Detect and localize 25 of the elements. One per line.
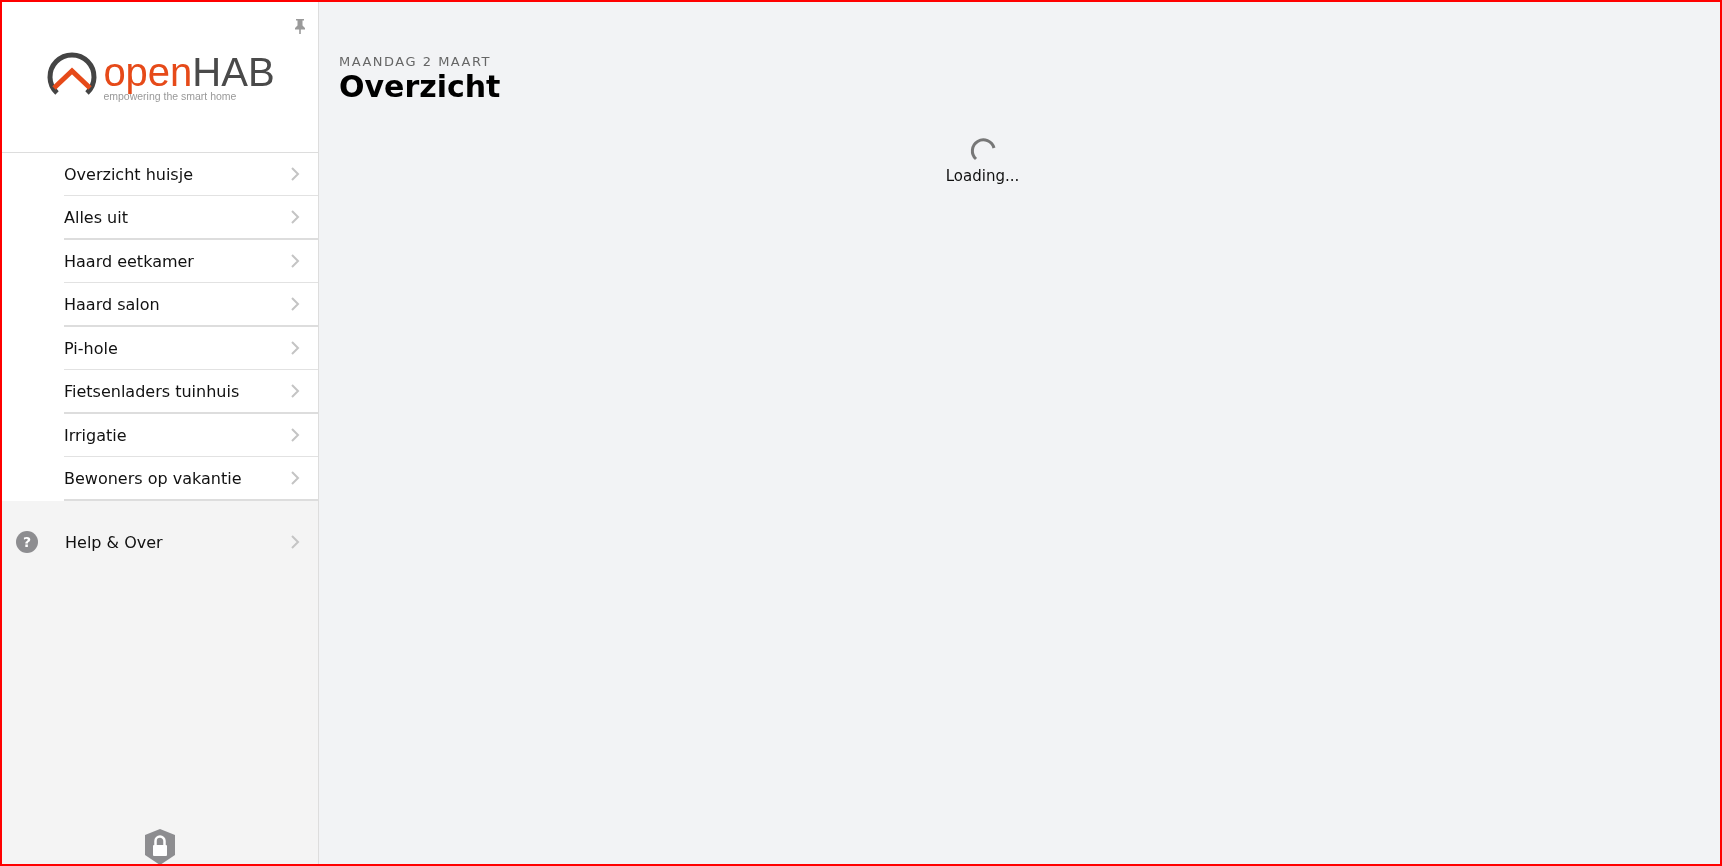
chevron-icon — [290, 296, 300, 312]
pin-icon[interactable] — [294, 18, 306, 34]
chevron-icon — [290, 470, 300, 486]
menu-item[interactable]: Bewoners op vakantie — [64, 457, 318, 499]
menu-item[interactable]: Alles uit — [64, 196, 318, 238]
menu-item[interactable]: Fietsenladers tuinhuis — [64, 370, 318, 412]
menu-item[interactable]: Overzicht huisje — [64, 153, 318, 196]
menu-item[interactable]: Haard salon — [64, 283, 318, 325]
chevron-icon — [290, 253, 300, 269]
menu-item[interactable]: Pi-hole — [64, 327, 318, 370]
loading-text: Loading... — [945, 167, 1020, 185]
lock-shield-icon[interactable] — [144, 828, 176, 864]
page-title: Overzicht — [339, 69, 502, 105]
help-icon: ? — [16, 531, 38, 553]
chevron-icon — [290, 209, 300, 225]
chevron-icon — [290, 340, 300, 356]
menu-item[interactable]: Haard eetkamer — [64, 240, 318, 283]
chevron-icon — [290, 166, 300, 182]
logo-text: openHAB — [103, 52, 275, 92]
help-menu-item[interactable]: ? Help & Over — [2, 521, 318, 563]
menu-item[interactable]: Irrigatie — [64, 414, 318, 457]
chevron-icon — [290, 534, 300, 550]
date-label: MAANDAG 2 MAART — [339, 54, 493, 69]
chevron-icon — [290, 427, 300, 443]
chevron-icon — [290, 383, 300, 399]
